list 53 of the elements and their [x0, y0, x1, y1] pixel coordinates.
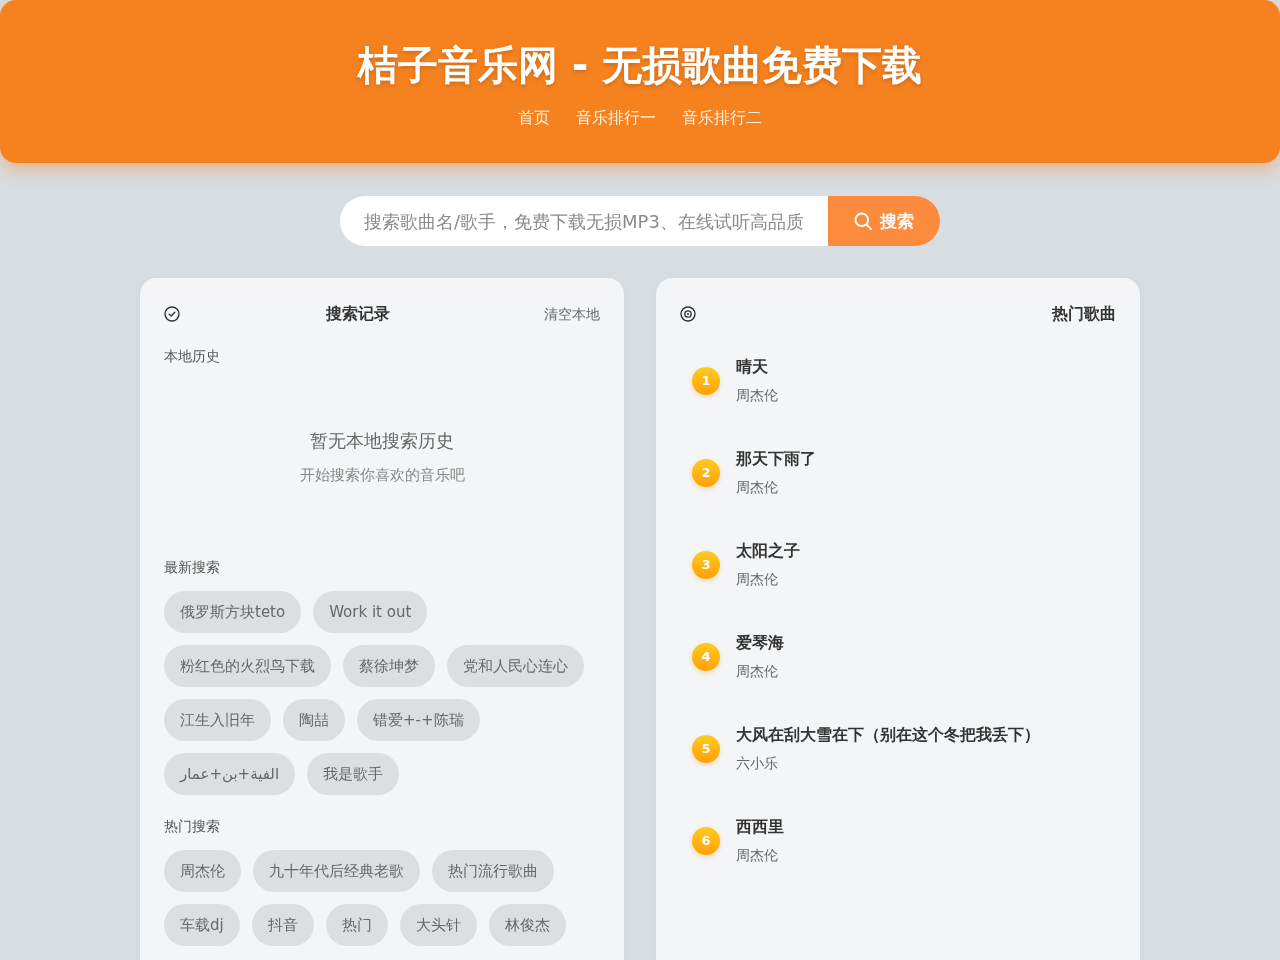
search-tag[interactable]: 粉红色的火烈鸟下载: [164, 645, 331, 687]
search-tag[interactable]: 车载dj: [164, 904, 240, 946]
song-title[interactable]: 太阳之子: [736, 540, 800, 562]
nav-link[interactable]: 音乐排行一: [576, 108, 656, 128]
search-tag[interactable]: 蔡徐坤梦: [343, 645, 435, 687]
song-title[interactable]: 晴天: [736, 356, 768, 378]
nav-link[interactable]: 音乐排行二: [682, 108, 762, 128]
clear-history-button[interactable]: 清空本地: [536, 301, 600, 327]
section-label: 最新搜索: [164, 558, 220, 576]
song-artist: 六小乐: [736, 754, 778, 773]
empty-state-title: 暂无本地搜索历史: [310, 429, 454, 453]
panel-title: 热门歌曲: [1052, 303, 1116, 325]
rank-badge: 3: [692, 550, 720, 579]
song-title[interactable]: 爱琴海: [736, 632, 784, 654]
song-title[interactable]: 那天下雨了: [736, 448, 816, 470]
search-tag[interactable]: الفية+بن+عمار: [164, 753, 296, 795]
rank-badge: 2: [692, 458, 720, 487]
rank-badge: 4: [692, 642, 720, 671]
song-artist: 周杰伦: [736, 662, 778, 681]
song-title[interactable]: 大风在刮大雪在下（别在这个冬把我丢下）: [736, 724, 1040, 746]
search-tag[interactable]: 抖音: [251, 904, 314, 946]
rank-badge: 5: [692, 734, 720, 763]
song-artist: 周杰伦: [736, 386, 778, 405]
search-icon: [854, 212, 872, 230]
search-tag[interactable]: 俄罗斯方块teto: [164, 591, 302, 633]
search-tag[interactable]: 错爱+-+陈瑞: [357, 699, 480, 741]
section-label: 本地历史: [164, 347, 220, 365]
rank-badge: 6: [692, 826, 720, 855]
site-title: 桔子音乐网 - 无损歌曲免费下载: [357, 41, 923, 90]
empty-state-hint: 开始搜索你喜欢的音乐吧: [299, 465, 465, 485]
search-tag[interactable]: 大头针: [399, 904, 477, 946]
search-tag[interactable]: 党和人民心连心: [447, 645, 584, 687]
search-tag[interactable]: 九十年代后经典老歌: [253, 850, 420, 892]
nav-link[interactable]: 首页: [518, 108, 550, 128]
song-artist: 周杰伦: [736, 846, 778, 865]
rank-badge: 1: [692, 366, 720, 395]
song-artist: 周杰伦: [736, 478, 778, 497]
song-title[interactable]: 西西里: [736, 816, 784, 838]
search-tag[interactable]: 江生入旧年: [164, 699, 271, 741]
search-tag[interactable]: Work it out: [313, 591, 428, 633]
search-tag[interactable]: 周杰伦: [164, 850, 241, 892]
check-circle-icon: [164, 306, 180, 322]
search-tag[interactable]: 热门: [325, 904, 388, 946]
section-label: 热门搜索: [164, 817, 220, 835]
search-tag[interactable]: 陶喆: [283, 699, 345, 741]
search-tag[interactable]: 林俊杰: [488, 904, 566, 946]
search-button[interactable]: 搜索: [828, 196, 940, 246]
search-tag[interactable]: 我是歌手: [307, 753, 400, 795]
panel-title: 搜索记录: [326, 303, 390, 325]
song-artist: 周杰伦: [736, 570, 778, 589]
search-tag[interactable]: 热门流行歌曲: [432, 850, 554, 892]
disc-icon: [680, 306, 696, 322]
search-field[interactable]: 搜索歌曲名/歌手，免费下载无损MP3、在线试听高品质: [340, 196, 828, 246]
